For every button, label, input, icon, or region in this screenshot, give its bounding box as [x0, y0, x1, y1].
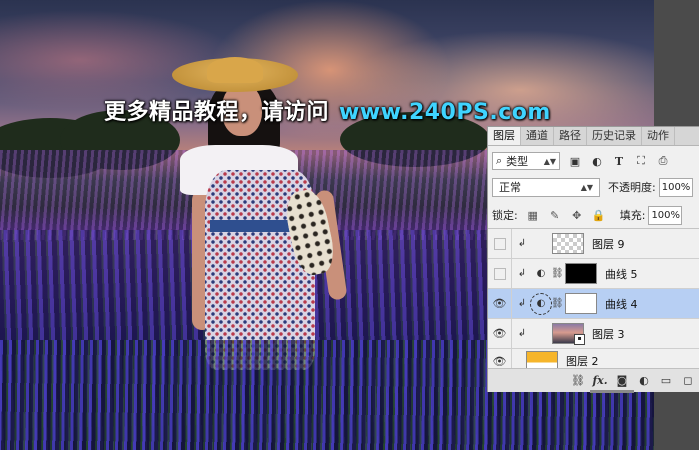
layer-name[interactable]: 曲线 4	[605, 296, 638, 312]
visibility-toggle[interactable]: 👁	[488, 319, 512, 348]
chevron-down-icon: ▲▼	[580, 182, 593, 192]
filter-kind-label: 类型	[506, 155, 529, 168]
filter-kind-select[interactable]: ⌕ 类型 ▲▼	[492, 152, 560, 170]
mask-thumbnail[interactable]	[565, 263, 597, 284]
clipping-arrow-icon: ↲	[517, 298, 527, 309]
image-filter-icon[interactable]: ▣	[568, 154, 582, 168]
smart-object-badge-icon: ▪	[574, 334, 585, 345]
opacity-input[interactable]: 100%	[658, 177, 693, 197]
blend-row: 正常 ▲▼ 不透明度: 100%	[492, 177, 699, 197]
panel-resize-grip[interactable]	[590, 390, 634, 393]
fill-input[interactable]: 100%	[648, 205, 683, 225]
visibility-toggle[interactable]	[488, 259, 512, 288]
adjustment-layer-icon[interactable]: ◐	[530, 292, 552, 315]
tab-paths[interactable]: 路径	[554, 127, 587, 145]
new-group-icon[interactable]: ▭	[658, 373, 674, 389]
layer-thumbnail[interactable]: ▪	[552, 323, 585, 345]
layer-list: ↲ 图层 9 ↲ ◐ ⛓ 曲线 5 👁 ↲ ◐ ⛓ 曲线 4 👁 ↲ ▪ 图层 …	[488, 229, 699, 374]
layer-row-curves-4[interactable]: 👁 ↲ ◐ ⛓ 曲线 4	[488, 289, 699, 319]
lock-paint-icon[interactable]: ✎	[548, 208, 562, 222]
eye-icon: 👁	[492, 327, 507, 340]
layer-thumbnail[interactable]	[552, 233, 584, 254]
tab-history[interactable]: 历史记录	[587, 127, 642, 145]
watermark: 更多精品教程，请访问 www.240PS.com	[104, 94, 551, 126]
new-layer-icon[interactable]: ◻	[680, 373, 696, 389]
mask-link-icon[interactable]: ⛓	[551, 268, 564, 279]
adjustment-layer-icon[interactable]: ◐	[534, 267, 548, 281]
clipping-arrow-icon: ↲	[517, 328, 527, 339]
clipping-arrow-icon: ↲	[517, 238, 527, 249]
panel-tabs: 图层 通道 路径 历史记录 动作	[488, 127, 699, 146]
shape-filter-icon[interactable]: ⛶	[634, 154, 648, 168]
panel-footer: ⛓ fx. ◙ ◐ ▭ ◻	[488, 368, 699, 392]
add-mask-icon[interactable]: ◙	[614, 373, 630, 389]
layer-row-9[interactable]: ↲ 图层 9	[488, 229, 699, 259]
visibility-toggle[interactable]	[488, 229, 512, 258]
layer-name[interactable]: 图层 2	[566, 353, 599, 369]
lock-transparent-icon[interactable]: ▦	[526, 208, 540, 222]
smart-object-filter-icon[interactable]: ⎙	[656, 154, 670, 168]
tab-channels[interactable]: 通道	[521, 127, 554, 145]
type-filter-icon[interactable]: T	[612, 154, 626, 168]
lock-row: 锁定: ▦ ✎ ✥ 🔒 填充: 100%	[492, 205, 699, 225]
lock-label: 锁定:	[492, 209, 518, 222]
mask-link-icon[interactable]: ⛓	[551, 298, 564, 309]
lock-all-icon[interactable]: 🔒	[592, 208, 606, 222]
hidden-box-icon	[493, 267, 506, 280]
blend-mode-value: 正常	[499, 181, 521, 194]
watermark-url: www.240PS.com	[339, 100, 551, 125]
fx-icon[interactable]: fx.	[592, 373, 608, 389]
lock-position-icon[interactable]: ✥	[570, 208, 584, 222]
tab-actions[interactable]: 动作	[642, 127, 675, 145]
eye-icon: 👁	[492, 297, 507, 310]
hidden-box-icon	[493, 237, 506, 250]
layer-name[interactable]: 图层 3	[592, 326, 625, 342]
layer-name[interactable]: 图层 9	[592, 236, 625, 252]
search-icon: ⌕	[496, 154, 503, 167]
layer-name[interactable]: 曲线 5	[605, 266, 638, 282]
layer-row-curves-5[interactable]: ↲ ◐ ⛓ 曲线 5	[488, 259, 699, 289]
blend-mode-select[interactable]: 正常 ▲▼	[492, 177, 600, 197]
adjustment-filter-icon[interactable]: ◐	[590, 154, 604, 168]
straw-hat-crown	[207, 57, 263, 83]
link-layers-icon[interactable]: ⛓	[570, 373, 586, 389]
mask-thumbnail[interactable]	[565, 293, 597, 314]
eye-icon: 👁	[492, 354, 507, 368]
visibility-toggle[interactable]: 👁	[488, 289, 512, 318]
layer-row-3[interactable]: 👁 ↲ ▪ 图层 3	[488, 319, 699, 349]
clipping-arrow-icon: ↲	[517, 268, 527, 279]
layers-panel: 图层 通道 路径 历史记录 动作 ⌕ 类型 ▲▼ ▣ ◐ T ⛶ ⎙ 正常 ▲▼…	[487, 126, 699, 392]
layer-filter-row: ⌕ 类型 ▲▼ ▣ ◐ T ⛶ ⎙	[492, 150, 670, 172]
fill-label: 填充:	[619, 209, 646, 222]
new-adjustment-icon[interactable]: ◐	[636, 373, 652, 389]
tab-layers[interactable]: 图层	[488, 127, 521, 145]
watermark-text: 更多精品教程，请访问	[104, 100, 330, 125]
opacity-label: 不透明度:	[608, 181, 656, 194]
chevron-down-icon: ▲▼	[543, 156, 556, 166]
